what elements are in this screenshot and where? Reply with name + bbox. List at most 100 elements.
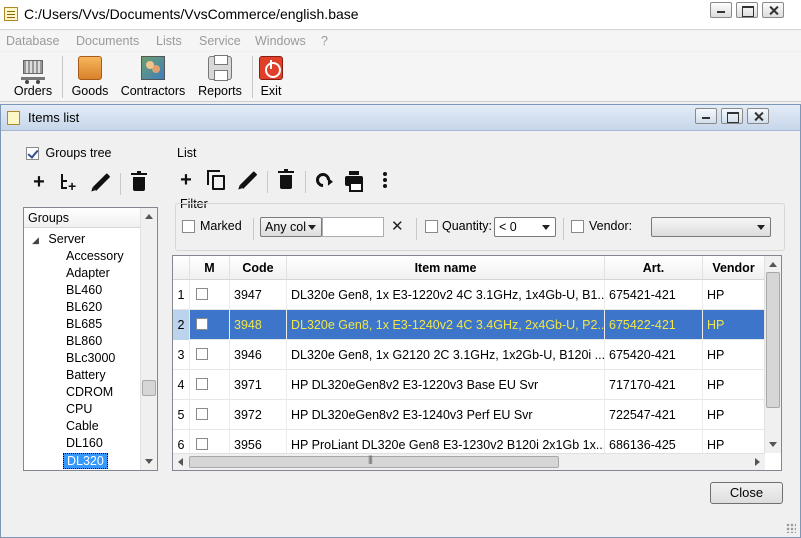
vendor-combo[interactable] <box>651 217 771 237</box>
scroll-thumb[interactable] <box>189 454 559 468</box>
header-code[interactable]: Code <box>230 256 287 280</box>
row-mark-checkbox[interactable] <box>196 348 208 360</box>
menu-lists[interactable]: Lists <box>156 34 182 48</box>
tree-node-server[interactable]: ◢ Server <box>32 232 85 246</box>
groups-panel: Groups tree + + Groups ◢ Server Accessor… <box>18 141 163 473</box>
table-horizontal-scrollbar[interactable] <box>173 453 765 470</box>
table-row[interactable]: 1 3947 DL320e Gen8, 1x E3-1220v2 4C 3.1G… <box>173 280 765 310</box>
tree-item[interactable]: BL860 <box>66 334 102 348</box>
add-item-button[interactable]: + <box>175 169 197 191</box>
child-minimize-button[interactable] <box>695 108 717 124</box>
scroll-right-icon[interactable] <box>755 458 760 466</box>
maximize-button[interactable] <box>736 2 758 18</box>
table-row[interactable]: 3 3946 DL320e Gen8, 1x G2120 2C 3.1GHz, … <box>173 340 765 370</box>
child-close-button[interactable] <box>747 108 769 124</box>
vendor-checkbox[interactable] <box>571 220 584 233</box>
scroll-left-icon[interactable] <box>178 458 183 466</box>
tree-item-selected[interactable]: DL320 <box>63 453 108 469</box>
print-button[interactable] <box>343 169 365 192</box>
marked-checkbox[interactable] <box>182 220 195 233</box>
row-mark-checkbox[interactable] <box>196 378 208 390</box>
table-row[interactable]: 4 3971 HP DL320eGen8v2 E3-1220v3 Base EU… <box>173 370 765 400</box>
power-icon <box>259 56 283 80</box>
groups-header: Groups <box>24 208 142 228</box>
groups-tree[interactable]: Groups ◢ Server Accessory Adapter BL460 … <box>23 207 158 471</box>
tree-item[interactable]: CPU <box>66 402 92 416</box>
scroll-thumb[interactable] <box>766 272 780 408</box>
menu-database[interactable]: Database <box>6 34 60 48</box>
quantity-combo[interactable]: < 0 <box>494 217 556 237</box>
resize-grip[interactable] <box>786 523 796 533</box>
search-input[interactable] <box>322 217 384 237</box>
edit-item-button[interactable] <box>237 169 259 191</box>
delete-group-button[interactable] <box>128 171 150 193</box>
table-row[interactable]: 5 3972 HP DL320eGen8v2 E3-1240v3 Perf EU… <box>173 400 765 430</box>
edit-group-button[interactable] <box>90 171 112 193</box>
row-mark-checkbox[interactable] <box>196 318 208 330</box>
groups-tree-checkbox[interactable] <box>26 147 39 161</box>
main-toolbar: Orders Goods Contractors Reports Exit <box>0 52 801 102</box>
row-mark-checkbox[interactable] <box>196 438 208 450</box>
tree-item[interactable]: Accessory <box>66 249 124 263</box>
refresh-button[interactable] <box>312 169 334 191</box>
header-marked[interactable]: M <box>190 256 230 280</box>
reports-button[interactable]: Reports <box>196 54 244 100</box>
copy-item-button[interactable] <box>205 169 227 191</box>
tree-item[interactable]: DL160 <box>66 436 103 450</box>
minimize-button[interactable] <box>710 2 732 18</box>
clear-search-button[interactable]: ✕ <box>391 217 404 235</box>
row-mark-checkbox[interactable] <box>196 288 208 300</box>
tree-item[interactable]: BL685 <box>66 317 102 331</box>
row-mark-checkbox[interactable] <box>196 408 208 420</box>
tree-item[interactable]: Battery <box>66 368 106 382</box>
chevron-down-icon <box>308 225 316 230</box>
refresh-icon <box>313 170 333 190</box>
list-label: List <box>177 146 197 160</box>
add-subgroup-button[interactable]: + <box>58 171 80 194</box>
tree-item[interactable]: BLc3000 <box>66 351 115 365</box>
menu-help[interactable]: ? <box>321 34 328 48</box>
marked-label: Marked <box>200 219 242 233</box>
tree-item[interactable]: BL460 <box>66 283 102 297</box>
more-vertical-icon <box>383 172 387 176</box>
close-button[interactable]: Close <box>710 482 783 504</box>
more-button[interactable] <box>374 169 396 191</box>
child-maximize-button[interactable] <box>721 108 743 124</box>
scroll-down-icon[interactable] <box>145 459 153 464</box>
tree-item[interactable]: Adapter <box>66 266 110 280</box>
close-window-button[interactable] <box>762 2 784 18</box>
printer-icon <box>208 55 232 81</box>
table-row-selected[interactable]: 2 3948 DL320e Gen8, 1x E3-1240v2 4C 3.4G… <box>173 310 765 340</box>
items-list-window: Items list Groups tree + + Groups ◢ Serv… <box>0 104 801 538</box>
table-vertical-scrollbar[interactable] <box>764 256 781 453</box>
scroll-down-icon[interactable] <box>769 442 777 447</box>
tree-item[interactable]: Cable <box>66 419 99 433</box>
menu-windows[interactable]: Windows <box>255 34 306 48</box>
scroll-up-icon[interactable] <box>769 262 777 267</box>
scroll-up-icon[interactable] <box>145 214 153 219</box>
items-table[interactable]: M Code Item name Art. Vendor 1 3947 DL32… <box>172 255 782 471</box>
header-art[interactable]: Art. <box>605 256 703 280</box>
orders-button[interactable]: Orders <box>10 54 56 100</box>
goods-button[interactable]: Goods <box>68 54 112 100</box>
header-vendor[interactable]: Vendor <box>703 256 765 280</box>
delete-item-button[interactable] <box>275 169 297 191</box>
orders-label: Orders <box>13 84 53 98</box>
exit-button[interactable]: Exit <box>258 54 284 100</box>
add-group-button[interactable]: + <box>28 171 50 193</box>
tree-item[interactable]: BL620 <box>66 300 102 314</box>
quantity-label: Quantity: <box>442 219 493 233</box>
menu-bar: Database Documents Lists Service Windows… <box>0 31 801 51</box>
tree-item[interactable]: CDROM <box>66 385 113 399</box>
groups-scrollbar[interactable] <box>140 208 157 470</box>
menu-documents[interactable]: Documents <box>76 34 139 48</box>
menu-service[interactable]: Service <box>199 34 241 48</box>
header-item-name[interactable]: Item name <box>287 256 605 280</box>
contractors-button[interactable]: Contractors <box>120 54 186 100</box>
quantity-checkbox[interactable] <box>425 220 438 233</box>
scroll-thumb[interactable] <box>142 380 156 396</box>
main-title-bar: C:/Users/Vvs/Documents/VvsCommerce/engli… <box>0 0 801 30</box>
goods-label: Goods <box>71 84 109 98</box>
reports-label: Reports <box>198 84 242 98</box>
column-combo[interactable]: Any col <box>260 217 322 237</box>
